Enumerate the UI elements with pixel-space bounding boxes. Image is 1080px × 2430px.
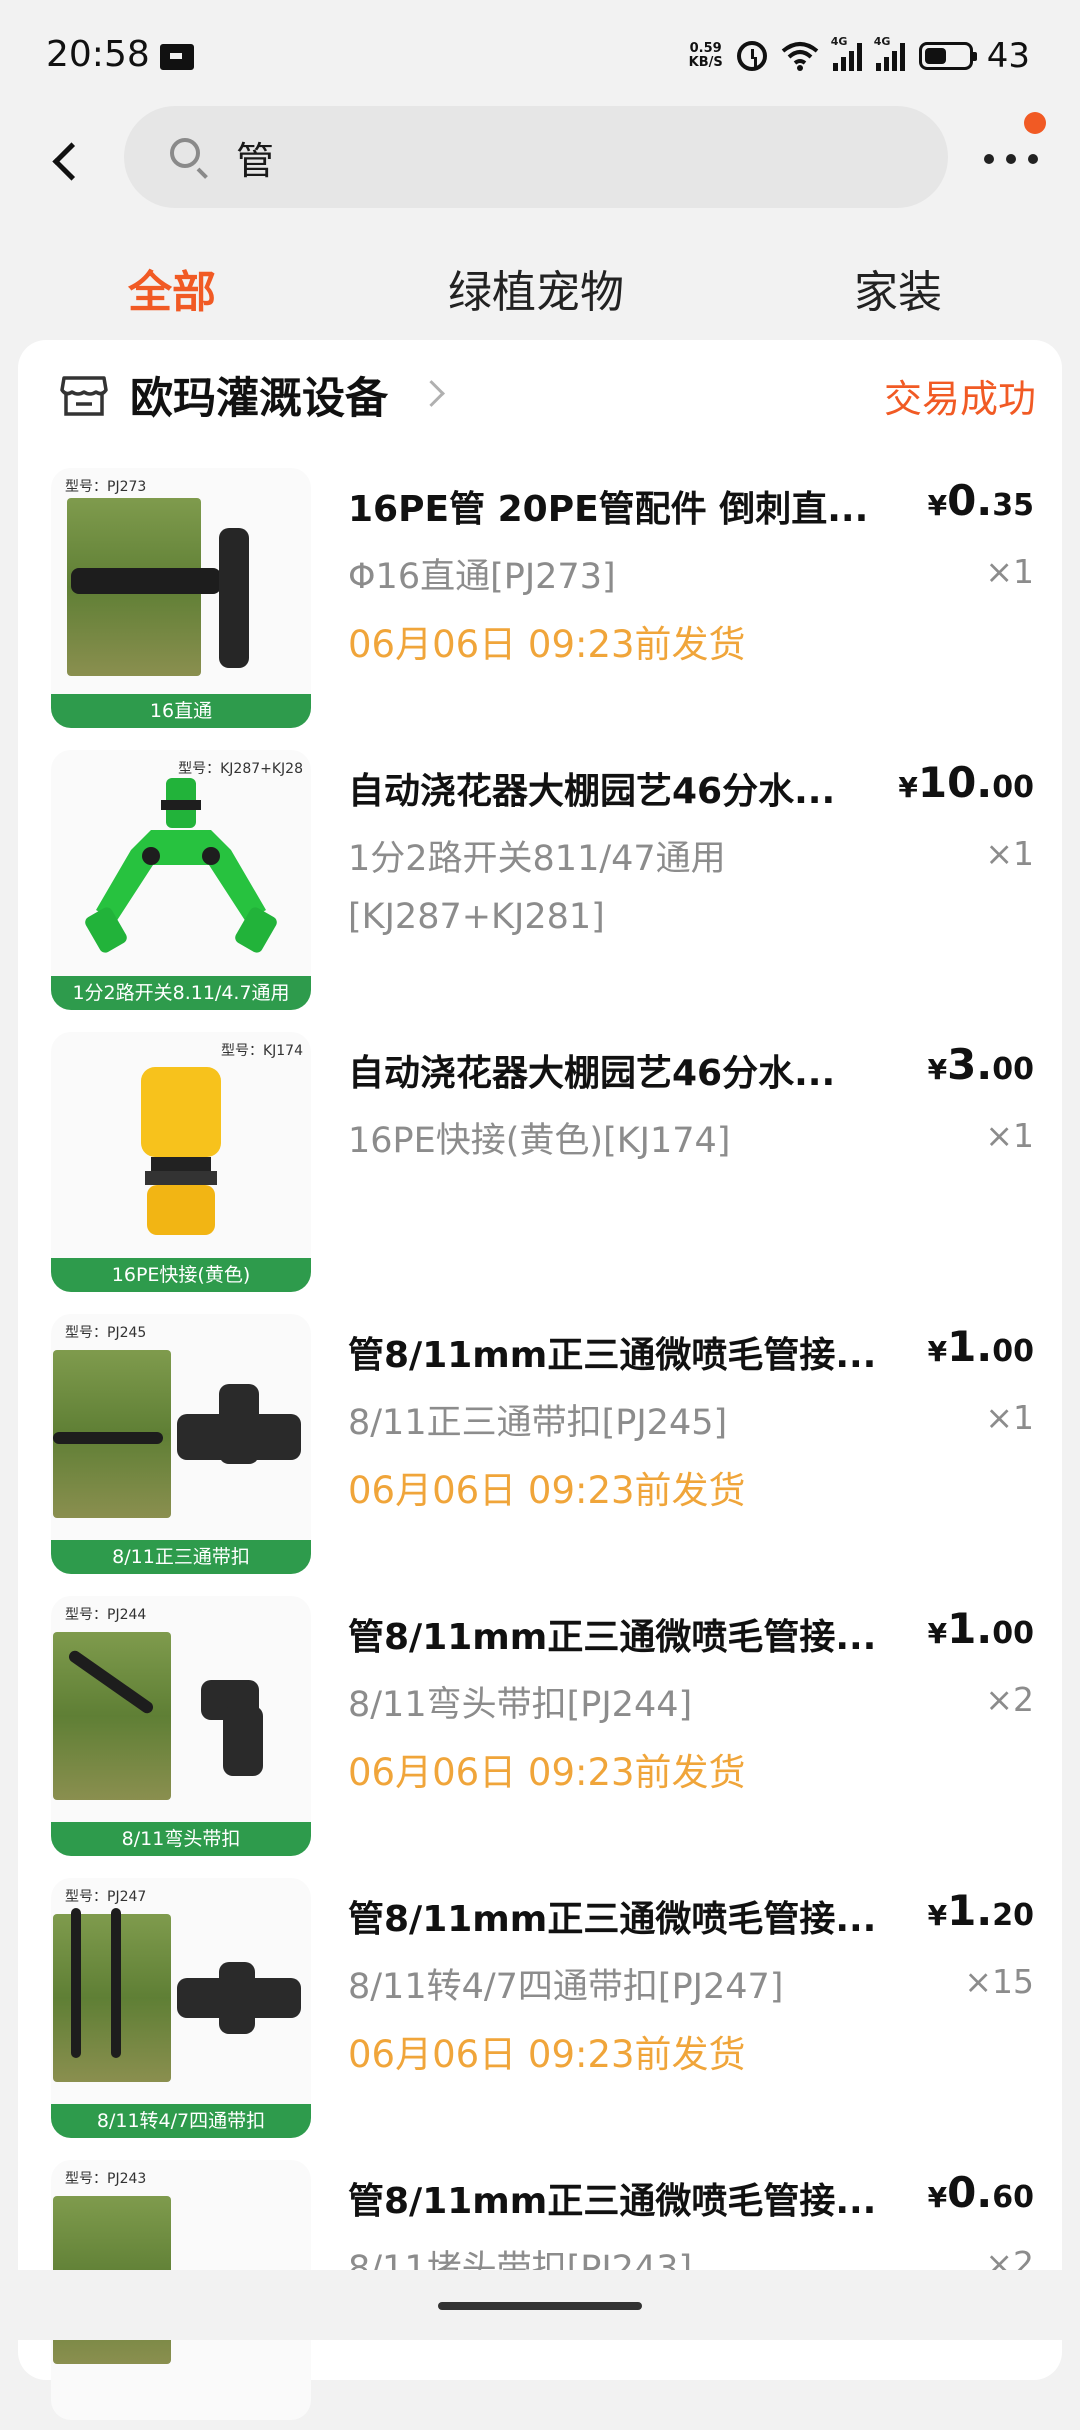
product-qty: ×1 bbox=[985, 834, 1034, 873]
thumb-model: 型号：PJ247 bbox=[65, 1889, 147, 1905]
thumb-model: 型号：PJ245 bbox=[65, 1325, 147, 1341]
notification-dot bbox=[1024, 112, 1046, 134]
net-speed-value: 0.59 bbox=[689, 41, 722, 56]
more-icon[interactable] bbox=[980, 140, 1046, 180]
product-spec: 8/11转4/7四通带扣[PJ247] bbox=[348, 1967, 784, 2007]
tab-all[interactable]: 全部 bbox=[128, 256, 216, 320]
order-item[interactable]: 型号：KJ287+KJ28 1分2路开关8.11/4.7通用 自动浇花器大棚园艺… bbox=[18, 750, 1062, 1020]
product-title: 自动浇花器大棚园艺46分水... bbox=[348, 771, 836, 812]
battery-level: 43 bbox=[986, 36, 1030, 76]
order-item[interactable]: 型号：PJ273 16直通 16PE管 20PE管配件 倒刺直... ¥0.35… bbox=[18, 468, 1062, 738]
thumb-caption: 8/11正三通带扣 bbox=[51, 1540, 311, 1574]
thumb-caption: 16PE快接(黄色) bbox=[51, 1258, 311, 1292]
network-type-label: 4G bbox=[830, 35, 848, 48]
status-time: 20:58 bbox=[46, 34, 150, 75]
back-icon[interactable] bbox=[40, 132, 96, 188]
product-thumbnail[interactable]: 型号：PJ247 8/11转4/7四通带扣 bbox=[51, 1878, 311, 2138]
tab-plants-pets[interactable]: 绿植宠物 bbox=[448, 256, 624, 320]
status-icons: 0.59 KB/S 4G 4G 43 bbox=[689, 34, 1030, 78]
ship-time: 06月06日 09:23前发货 bbox=[348, 1469, 746, 1512]
signal-icon-1: 4G bbox=[831, 35, 862, 71]
product-title: 自动浇花器大棚园艺46分水... bbox=[348, 1053, 836, 1094]
thumb-caption: 1分2路开关8.11/4.7通用 bbox=[51, 976, 311, 1010]
thumb-model: 型号：PJ243 bbox=[65, 2171, 147, 2187]
ship-time: 06月06日 09:23前发货 bbox=[348, 623, 746, 666]
product-price: ¥1.20 bbox=[927, 1886, 1034, 1935]
search-icon bbox=[170, 138, 200, 168]
product-qty: ×1 bbox=[985, 552, 1034, 591]
product-qty: ×15 bbox=[964, 1962, 1034, 2001]
thumb-model: 型号：PJ244 bbox=[65, 1607, 147, 1623]
thumb-model: 型号：PJ273 bbox=[65, 479, 147, 495]
thumb-caption: 8/11转4/7四通带扣 bbox=[51, 2104, 311, 2138]
order-status: 交易成功 bbox=[883, 377, 1036, 421]
product-title: 管8/11mm正三通微喷毛管接... bbox=[348, 1335, 877, 1376]
search-query: 管 bbox=[236, 139, 275, 183]
order-card[interactable]: 欧玛灌溉设备 交易成功 型号：PJ273 16直通 16PE管 20PE管配件 … bbox=[18, 340, 1062, 2420]
product-title: 管8/11mm正三通微喷毛管接... bbox=[348, 2181, 877, 2222]
product-qty: ×1 bbox=[985, 1116, 1034, 1155]
status-bar: 20:58 0.59 KB/S 4G 4G 43 bbox=[0, 0, 1080, 120]
order-item[interactable]: 型号：PJ245 8/11正三通带扣 管8/11mm正三通微喷毛管接... ¥1… bbox=[18, 1314, 1062, 1584]
product-thumbnail[interactable]: 型号：KJ287+KJ28 1分2路开关8.11/4.7通用 bbox=[51, 750, 311, 1010]
product-price: ¥1.00 bbox=[927, 1322, 1034, 1371]
product-qty: ×2 bbox=[985, 1680, 1034, 1719]
order-item[interactable]: 型号：KJ174 16PE快接(黄色) 自动浇花器大棚园艺46分水... ¥3.… bbox=[18, 1032, 1062, 1302]
thumb-caption: 16直通 bbox=[51, 694, 311, 728]
product-price: ¥10.00 bbox=[898, 758, 1034, 807]
message-icon bbox=[160, 44, 194, 70]
signal-icon-2: 4G bbox=[874, 35, 905, 71]
product-qty: ×1 bbox=[985, 1398, 1034, 1437]
ship-time: 06月06日 09:23前发货 bbox=[348, 2033, 746, 2076]
product-thumbnail[interactable]: 型号：PJ244 8/11弯头带扣 bbox=[51, 1596, 311, 1856]
product-spec: 1分2路开关811/47通用[KJ287+KJ281] bbox=[348, 839, 726, 937]
chevron-right-icon bbox=[418, 380, 445, 407]
product-price: ¥1.00 bbox=[927, 1604, 1034, 1653]
thumb-model: 型号：KJ174 bbox=[220, 1043, 303, 1059]
shop-icon bbox=[58, 368, 110, 420]
product-title: 管8/11mm正三通微喷毛管接... bbox=[348, 1617, 877, 1658]
net-speed-unit: KB/S bbox=[688, 55, 723, 70]
product-spec: 8/11正三通带扣[PJ245] bbox=[348, 1403, 728, 1443]
product-thumbnail[interactable]: 型号：PJ245 8/11正三通带扣 bbox=[51, 1314, 311, 1574]
product-price: ¥3.00 bbox=[927, 1040, 1034, 1089]
product-title: 管8/11mm正三通微喷毛管接... bbox=[348, 1899, 877, 1940]
net-speed: 0.59 KB/S bbox=[689, 42, 723, 70]
product-spec: 16PE快接(黄色)[KJ174] bbox=[348, 1121, 731, 1161]
tab-home-decor[interactable]: 家装 bbox=[854, 256, 942, 320]
order-item[interactable]: 型号：PJ247 8/11转4/7四通带扣 管8/11mm正三通微喷毛管接...… bbox=[18, 1878, 1062, 2148]
product-title: 16PE管 20PE管配件 倒刺直... bbox=[348, 489, 869, 530]
product-price: ¥0.35 bbox=[927, 476, 1034, 525]
wifi-icon bbox=[781, 41, 819, 71]
product-price: ¥0.60 bbox=[927, 2168, 1034, 2217]
battery-icon bbox=[918, 42, 977, 70]
home-indicator[interactable] bbox=[438, 2302, 642, 2310]
ship-time: 06月06日 09:23前发货 bbox=[348, 1751, 746, 1794]
product-thumbnail[interactable]: 型号：KJ174 16PE快接(黄色) bbox=[51, 1032, 311, 1292]
search-input[interactable]: 管 bbox=[124, 106, 948, 208]
product-thumbnail[interactable]: 型号：PJ273 16直通 bbox=[51, 468, 311, 728]
shop-name[interactable]: 欧玛灌溉设备 bbox=[130, 364, 388, 426]
network-type-label-2: 4G bbox=[873, 35, 891, 48]
alarm-icon bbox=[736, 41, 767, 71]
order-item[interactable]: 型号：PJ244 8/11弯头带扣 管8/11mm正三通微喷毛管接... ¥1.… bbox=[18, 1596, 1062, 1866]
thumb-caption: 8/11弯头带扣 bbox=[51, 1822, 311, 1856]
product-spec: Φ16直通[PJ273] bbox=[348, 557, 616, 597]
product-spec: 8/11弯头带扣[PJ244] bbox=[348, 1685, 693, 1725]
